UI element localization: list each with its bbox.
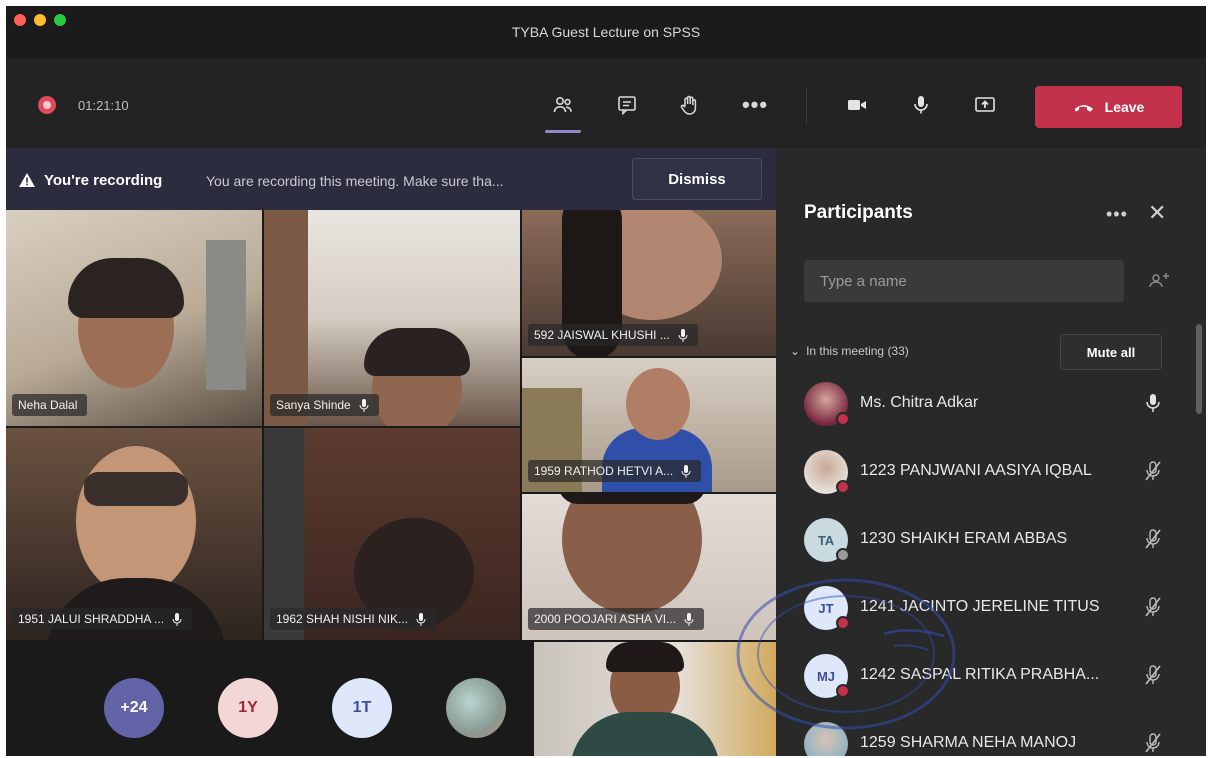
microphone-icon <box>681 464 691 478</box>
panel-more-options-button[interactable]: ••• <box>1106 204 1128 225</box>
participant-name: 1259 SHARMA NEHA MANOJ <box>860 734 1077 751</box>
participant-name-tag: Sanya Shinde <box>270 394 379 416</box>
video-tile[interactable] <box>534 642 776 756</box>
hang-up-icon <box>1074 105 1093 112</box>
microphone-icon <box>914 96 928 114</box>
presence-status <box>836 616 850 630</box>
video-tile[interactable]: 1951 JALUI SHRADDHA ... <box>6 428 262 640</box>
people-icon <box>553 97 572 113</box>
dismiss-button[interactable]: Dismiss <box>632 158 762 200</box>
microphone-muted-icon[interactable] <box>1144 664 1162 686</box>
active-tab-indicator <box>545 130 581 133</box>
participant-row[interactable]: Ms. Chitra Adkar <box>804 378 1174 434</box>
microphone-icon <box>172 612 182 626</box>
share-screen-icon <box>975 97 995 112</box>
microphone-muted-icon[interactable] <box>1144 460 1162 482</box>
raise-hand-button[interactable] <box>672 88 706 122</box>
share-screen-button[interactable] <box>968 88 1002 122</box>
panel-close-button[interactable]: ✕ <box>1148 200 1166 226</box>
participant-avatar-photo[interactable] <box>446 678 506 738</box>
title-bar: TYBA Guest Lecture on SPSS <box>6 6 1206 58</box>
overflow-participants-avatar[interactable]: +24 <box>104 678 164 738</box>
microphone-muted-icon[interactable] <box>1144 528 1162 550</box>
meeting-timer: 01:21:10 <box>78 98 129 113</box>
video-tile[interactable]: Sanya Shinde <box>264 210 520 426</box>
toolbar-divider <box>806 88 807 124</box>
participant-name-tag: Neha Dalal <box>12 394 88 416</box>
participant-avatar[interactable]: 1T <box>332 678 392 738</box>
presence-status <box>836 480 850 494</box>
banner-title: You're recording <box>44 172 163 189</box>
collapse-chevron-icon: ⌄ <box>790 344 801 358</box>
presence-status <box>836 684 850 698</box>
presence-status <box>836 548 850 562</box>
video-tile[interactable]: 1959 RATHOD HETVI A... <box>522 358 776 492</box>
microphone-icon <box>678 328 688 342</box>
warning-icon <box>19 173 35 187</box>
teams-meeting-window: TYBA Guest Lecture on SPSS 01:21:10 ••• <box>6 6 1206 756</box>
chat-icon <box>618 96 636 116</box>
glasses <box>84 472 188 506</box>
microphone-icon <box>416 612 426 626</box>
participant-name-tag: 1959 RATHOD HETVI A... <box>528 460 702 482</box>
camera-toggle-button[interactable] <box>840 88 874 122</box>
participant-name: Ms. Chitra Adkar <box>860 394 979 411</box>
participant-name-tag: 2000 POOJARI ASHA VI... <box>528 608 705 630</box>
participant-video <box>76 446 196 596</box>
participant-name: 1242 SASPAL RITIKA PRABHA... <box>860 666 1100 683</box>
participant-row[interactable]: JT 1241 JACINTO JERELINE TITUS <box>804 582 1174 638</box>
participant-search-input[interactable] <box>804 260 1124 302</box>
participant-name: 1223 PANJWANI AASIYA IQBAL <box>860 462 1092 479</box>
participant-avatar <box>804 722 848 756</box>
video-camera-icon <box>848 100 866 110</box>
hand-icon <box>680 95 697 115</box>
participant-name-tag: 1962 SHAH NISHI NIK... <box>270 608 437 630</box>
microphone-icon <box>359 398 369 412</box>
panel-title: Participants <box>804 202 913 223</box>
participant-name: 1230 SHAIKH ERAM ABBAS <box>860 530 1068 547</box>
participant-row[interactable]: MJ 1242 SASPAL RITIKA PRABHA... <box>804 650 1174 706</box>
microphone-icon[interactable] <box>1144 392 1162 414</box>
video-tile[interactable]: 592 JAISWAL KHUSHI ... <box>522 210 776 356</box>
recording-banner: You're recording You are recording this … <box>6 148 776 210</box>
window-title: TYBA Guest Lecture on SPSS <box>511 24 701 40</box>
microphone-muted-icon[interactable] <box>1144 732 1162 754</box>
participant-video <box>626 368 690 440</box>
participant-name: 1241 JACINTO JERELINE TITUS <box>860 598 1100 615</box>
participant-row[interactable]: 1259 SHARMA NEHA MANOJ <box>804 718 1174 756</box>
video-grid: Neha Dalal Sanya Shinde 592 JAISWAL KHUS… <box>6 210 776 756</box>
leave-label: Leave <box>1104 99 1145 115</box>
share-invite-icon[interactable] <box>1148 270 1170 290</box>
microphone-muted-icon[interactable] <box>1144 596 1162 618</box>
participant-name-tag: 592 JAISWAL KHUSHI ... <box>528 324 698 346</box>
participant-row[interactable]: 1223 PANJWANI AASIYA IQBAL <box>804 446 1174 502</box>
more-icon: ••• <box>741 92 769 117</box>
panel-scrollbar[interactable] <box>1196 324 1202 414</box>
video-tile[interactable]: 2000 POOJARI ASHA VI... <box>522 494 776 640</box>
banner-message: You are recording this meeting. Make sur… <box>206 173 504 189</box>
participant-avatar[interactable]: 1Y <box>218 678 278 738</box>
chat-button[interactable] <box>610 88 644 122</box>
mute-all-button[interactable]: Mute all <box>1060 334 1162 370</box>
microphone-toggle-button[interactable] <box>904 88 938 122</box>
microphone-icon <box>684 612 694 626</box>
participants-toggle-button[interactable] <box>546 88 580 122</box>
participants-panel: Participants ••• ✕ ⌄ In this meeting (33… <box>776 148 1206 756</box>
participant-row[interactable]: TA 1230 SHAIKH ERAM ABBAS <box>804 514 1174 570</box>
presence-status <box>836 412 850 426</box>
video-tile[interactable]: Neha Dalal <box>6 210 262 426</box>
video-tile[interactable]: 1962 SHAH NISHI NIK... <box>264 428 520 640</box>
section-label: In this meeting (33) <box>806 344 909 358</box>
in-meeting-section-header[interactable]: ⌄ In this meeting (33) <box>790 344 909 358</box>
meeting-toolbar: 01:21:10 ••• Leave <box>6 58 1206 148</box>
more-actions-button[interactable]: ••• <box>738 88 772 122</box>
participant-name-tag: 1951 JALUI SHRADDHA ... <box>12 608 193 630</box>
leave-button[interactable]: Leave <box>1035 86 1182 128</box>
recording-indicator-icon <box>38 96 56 114</box>
